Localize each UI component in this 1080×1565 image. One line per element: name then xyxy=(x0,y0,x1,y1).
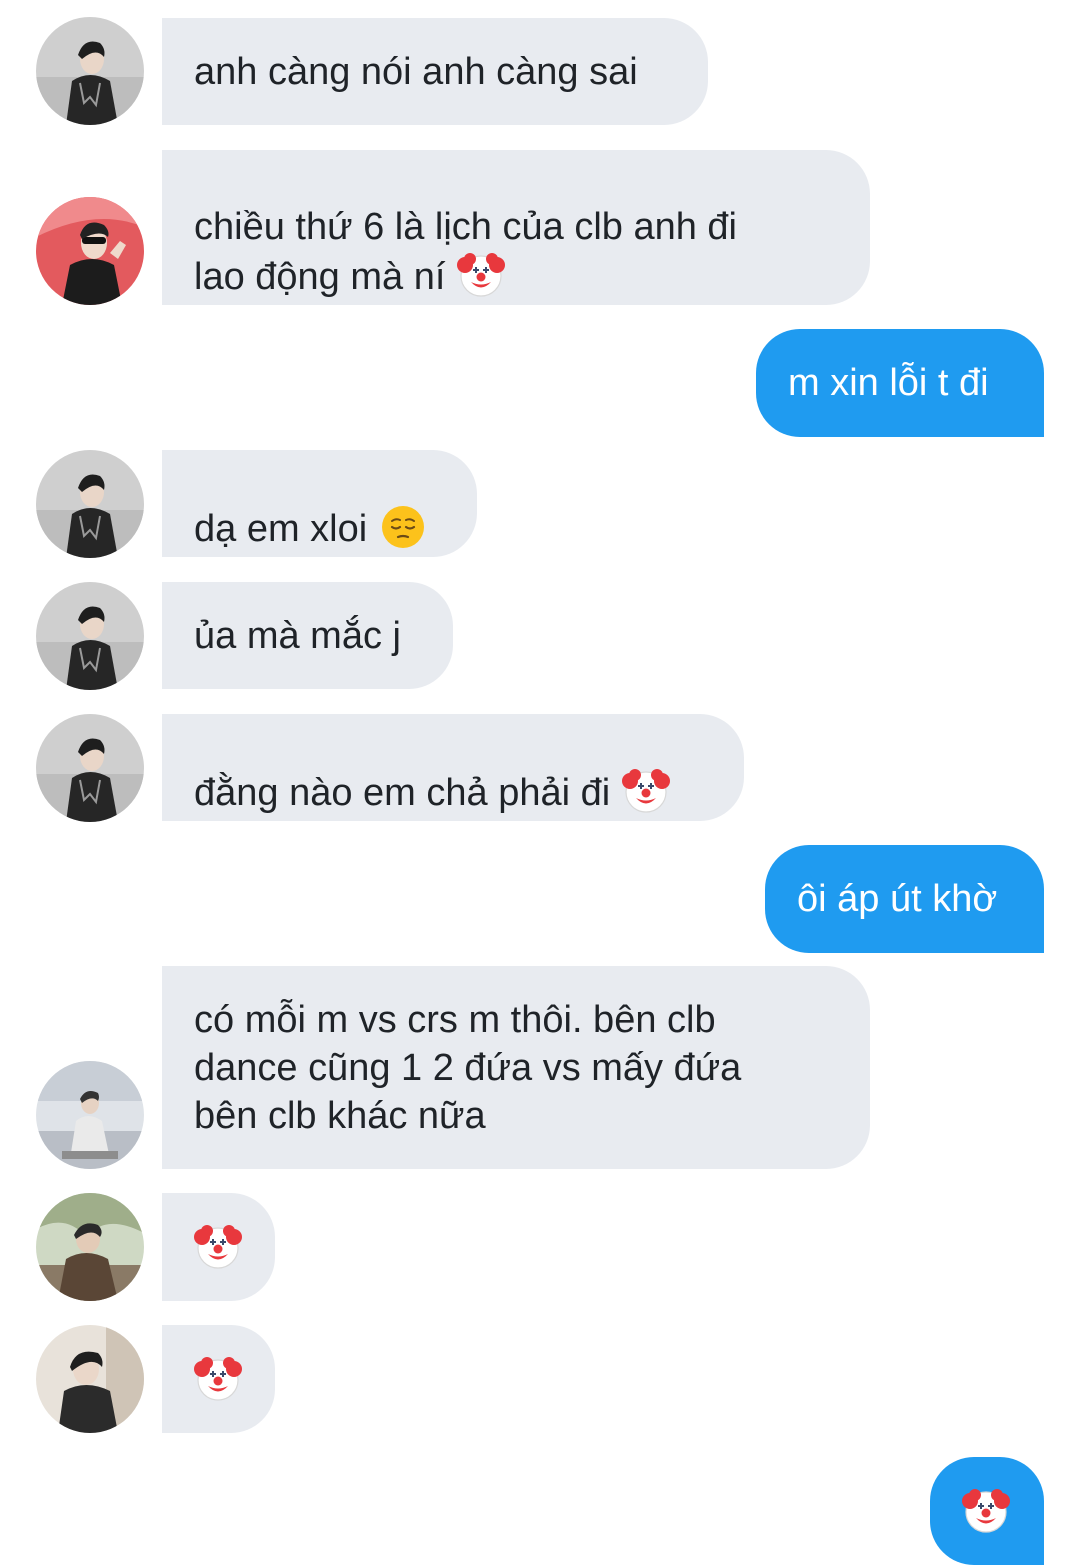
clown-face-icon xyxy=(194,1224,242,1269)
avatar[interactable] xyxy=(36,1325,144,1433)
clown-face-icon xyxy=(457,251,506,297)
message-bubble-incoming[interactable]: đằng nào em chả phải đi xyxy=(162,714,744,821)
message-bubble-outgoing[interactable]: m xin lỗi t đi xyxy=(756,329,1044,437)
message-bubble-incoming[interactable]: dạ em xloi xyxy=(162,450,477,557)
avatar[interactable] xyxy=(36,450,144,558)
clown-face-icon xyxy=(622,767,671,813)
message-bubble-incoming[interactable]: ủa mà mắc j xyxy=(162,582,453,689)
message-bubble-incoming[interactable] xyxy=(162,1325,275,1433)
message-text: dạ em xloi xyxy=(194,507,368,550)
message-bubble-incoming[interactable] xyxy=(162,1193,275,1301)
message-content: dạ em xloi xyxy=(194,455,427,553)
message-bubble-incoming[interactable]: anh càng nói anh càng sai xyxy=(162,18,708,125)
message-text: anh càng nói anh càng sai xyxy=(194,50,638,93)
avatar[interactable] xyxy=(36,582,144,690)
message-bubble-incoming[interactable]: có mỗi m vs crs m thôi. bên clb dance cũ… xyxy=(162,966,870,1169)
clown-face-icon xyxy=(194,1356,242,1401)
message-content: chiều thứ 6 là lịch của clb anh đi lao đ… xyxy=(194,155,737,301)
message-bubble-outgoing[interactable] xyxy=(930,1457,1044,1565)
avatar[interactable] xyxy=(36,1061,144,1169)
clown-face-icon xyxy=(962,1488,1010,1533)
avatar[interactable] xyxy=(36,17,144,125)
avatar[interactable] xyxy=(36,1193,144,1301)
message-text: ủa mà mắc j xyxy=(194,614,401,657)
message-text: đằng nào em chả phải đi xyxy=(194,771,611,814)
message-bubble-incoming[interactable]: chiều thứ 6 là lịch của clb anh đi lao đ… xyxy=(162,150,870,305)
avatar[interactable] xyxy=(36,197,144,305)
avatar[interactable] xyxy=(36,714,144,822)
message-text: có mỗi m vs crs m thôi. bên clb dance cũ… xyxy=(194,998,742,1137)
message-content: đằng nào em chả phải đi xyxy=(194,719,671,817)
pensive-face-icon xyxy=(381,504,426,549)
message-text: m xin lỗi t đi xyxy=(788,362,989,404)
chat-thread: anh càng nói anh càng sai chiều thứ 6 là… xyxy=(0,0,1080,1565)
message-bubble-outgoing[interactable]: ôi áp út khờ xyxy=(765,845,1044,953)
message-text: ôi áp út khờ xyxy=(797,878,998,920)
